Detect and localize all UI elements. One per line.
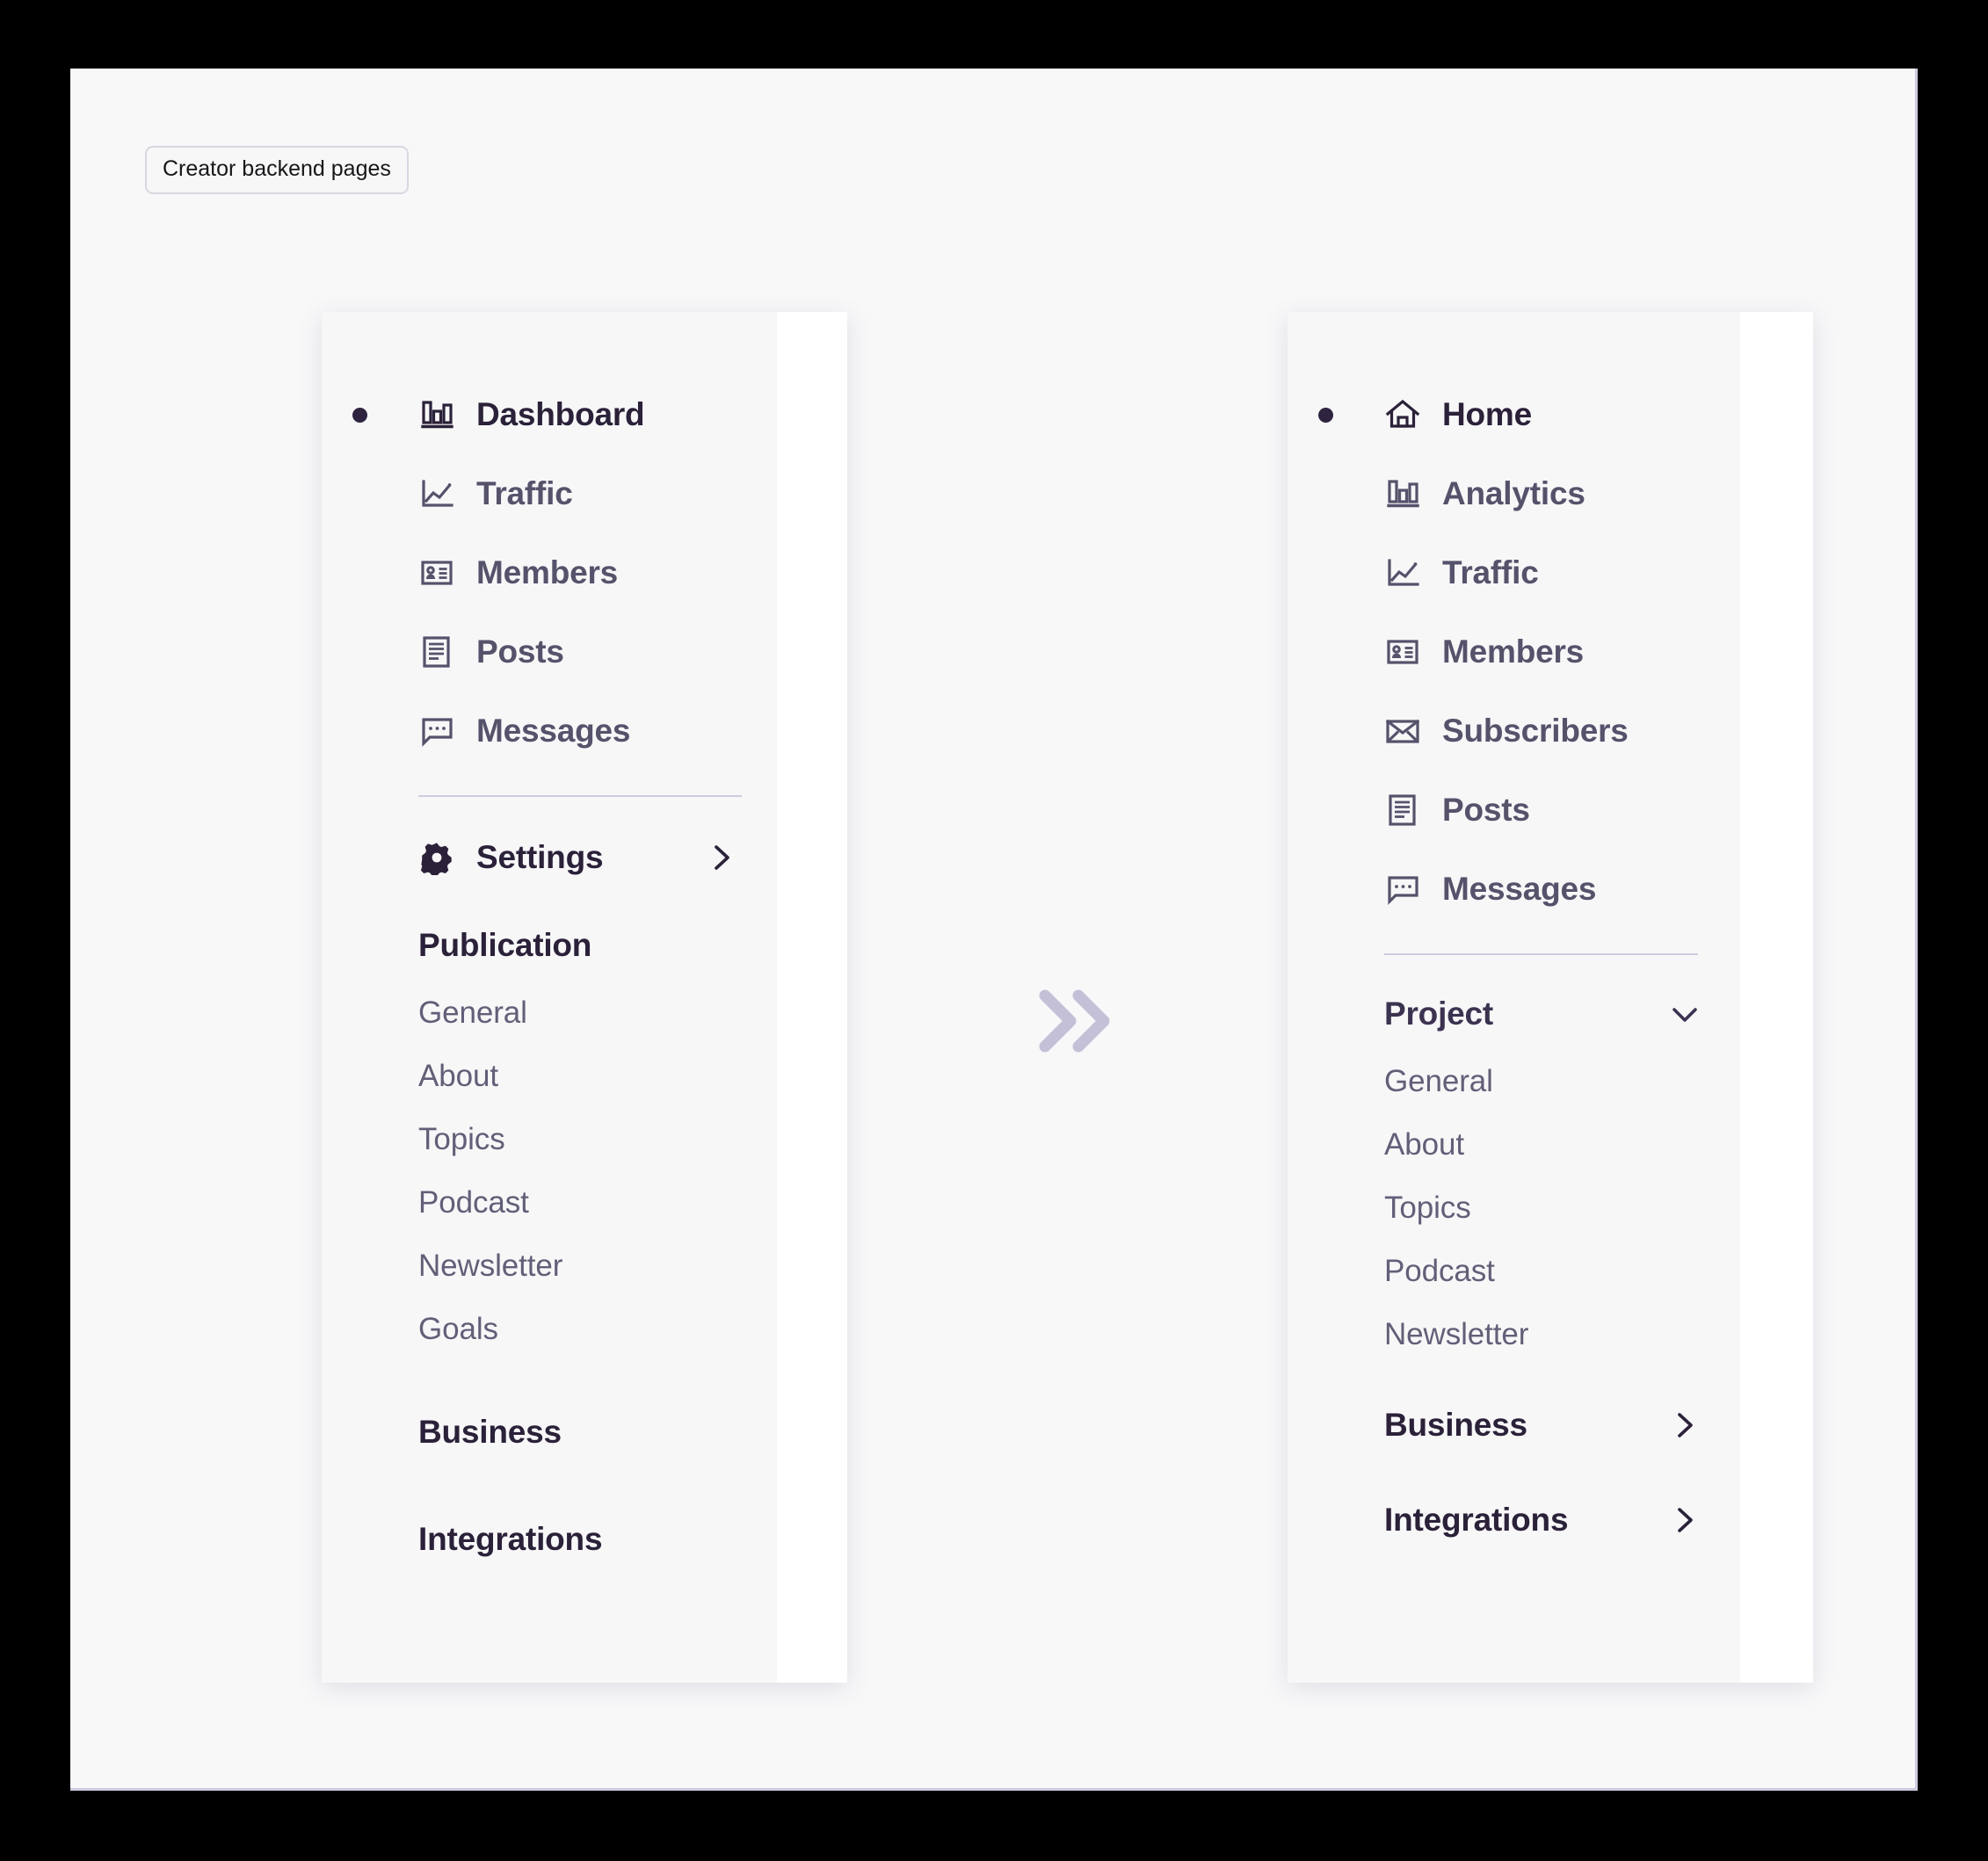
sub-nav-item-newsletter[interactable]: Newsletter	[322, 1235, 777, 1298]
sub-nav-item-topics[interactable]: Topics	[1288, 1177, 1740, 1240]
section-header-integrations[interactable]: Integrations	[322, 1503, 777, 1575]
section-header-label: Integrations	[418, 1521, 603, 1557]
sub-nav-item-label: About	[1384, 1127, 1464, 1162]
sub-nav-item-newsletter[interactable]: Newsletter	[1288, 1303, 1740, 1366]
content-surface-right	[1740, 312, 1813, 1683]
id-card-icon	[1384, 634, 1421, 670]
nav-item-home[interactable]: Home	[1288, 375, 1740, 454]
nav-divider-left	[418, 795, 742, 797]
sub-nav-item-label: Goals	[418, 1312, 498, 1346]
chat-bubble-icon	[418, 713, 455, 749]
section-header-publication[interactable]: Publication	[322, 909, 777, 981]
double-chevron-right-icon	[1023, 968, 1128, 1074]
nav-item-label: Messages	[476, 713, 631, 749]
chat-bubble-icon	[1384, 871, 1421, 908]
nav-item-analytics[interactable]: Analytics	[1288, 454, 1740, 533]
nav-item-label: Subscribers	[1442, 713, 1629, 749]
nav-item-members[interactable]: Members	[322, 533, 777, 612]
current-navigation-panel: Dashboard Traffic Members Posts Messages Sett…	[322, 312, 847, 1683]
sidebar-surface-right: Home Analytics Traffic Members Subscribers Po…	[1288, 312, 1740, 1683]
nav-item-label: Members	[1442, 634, 1585, 670]
section-header-label: Business	[1384, 1407, 1527, 1443]
nav-item-label: Posts	[476, 634, 564, 670]
section-header-label: Business	[418, 1414, 562, 1450]
chevron-down-icon[interactable]	[1670, 999, 1700, 1029]
gear-icon	[418, 839, 455, 876]
sidebar-nav-left: Dashboard Traffic Members Posts Messages Sett…	[322, 312, 777, 1575]
document-icon	[1384, 792, 1421, 829]
section-header-integrations[interactable]: Integrations	[1288, 1484, 1740, 1556]
nav-item-label: Members	[476, 554, 619, 590]
envelope-icon	[1384, 713, 1421, 749]
sub-nav-item-goals[interactable]: Goals	[322, 1298, 777, 1361]
nav-item-dashboard[interactable]: Dashboard	[322, 375, 777, 454]
sub-nav-item-general[interactable]: General	[1288, 1050, 1740, 1113]
bar-chart-icon	[418, 396, 455, 433]
nav-item-label: Traffic	[476, 475, 573, 511]
section-header-business[interactable]: Business	[322, 1396, 777, 1468]
nav-item-posts[interactable]: Posts	[322, 612, 777, 692]
content-surface-left	[777, 312, 847, 1683]
sub-nav-item-general[interactable]: General	[322, 981, 777, 1045]
nav-divider-right	[1384, 953, 1698, 955]
chevron-right-icon[interactable]	[707, 843, 736, 873]
sub-nav-item-label: Podcast	[418, 1185, 529, 1220]
section-header-business[interactable]: Business	[1288, 1389, 1740, 1461]
line-chart-icon	[1384, 554, 1421, 591]
settings-row[interactable]: Settings	[322, 822, 777, 894]
nav-item-subscribers[interactable]: Subscribers	[1288, 692, 1740, 771]
sub-nav-item-label: About	[418, 1059, 498, 1093]
nav-item-label: Traffic	[1442, 554, 1539, 590]
section-header-label: Publication	[418, 927, 592, 963]
nav-item-messages[interactable]: Messages	[322, 692, 777, 771]
sub-nav-item-label: Newsletter	[1384, 1317, 1529, 1351]
line-chart-icon	[418, 475, 455, 512]
nav-item-traffic[interactable]: Traffic	[1288, 533, 1740, 612]
proposed-navigation-panel: Home Analytics Traffic Members Subscribers Po…	[1288, 312, 1813, 1683]
sub-nav-item-label: Podcast	[1384, 1254, 1495, 1288]
chevron-right-icon[interactable]	[1670, 1505, 1700, 1535]
nav-item-members[interactable]: Members	[1288, 612, 1740, 692]
settings-label: Settings	[476, 839, 604, 875]
nav-item-messages[interactable]: Messages	[1288, 850, 1740, 929]
id-card-icon	[418, 554, 455, 591]
active-indicator-bullet	[1318, 407, 1333, 423]
section-header-label: Project	[1384, 996, 1494, 1032]
nav-item-label: Dashboard	[476, 396, 645, 432]
canvas-frame: Creator backend pages Dashboard Traffic Me…	[70, 69, 1918, 1791]
nav-item-label: Messages	[1442, 871, 1597, 907]
sidebar-nav-right: Home Analytics Traffic Members Subscribers Po…	[1288, 312, 1740, 1556]
sub-nav-item-about[interactable]: About	[322, 1045, 777, 1108]
document-icon	[418, 634, 455, 670]
sub-nav-item-label: Topics	[1384, 1191, 1471, 1225]
sub-nav-item-label: General	[418, 996, 527, 1030]
sidebar-surface-left: Dashboard Traffic Members Posts Messages Sett…	[322, 312, 777, 1683]
sub-nav-item-label: Newsletter	[418, 1249, 563, 1283]
active-indicator-bullet	[352, 407, 367, 423]
home-icon	[1384, 396, 1421, 433]
canvas-label: Creator backend pages	[145, 146, 409, 194]
sub-nav-item-about[interactable]: About	[1288, 1113, 1740, 1177]
sub-nav-item-podcast[interactable]: Podcast	[322, 1171, 777, 1235]
sub-nav-item-label: Topics	[418, 1122, 505, 1156]
bar-chart-icon	[1384, 475, 1421, 512]
chevron-right-icon[interactable]	[1670, 1410, 1700, 1440]
section-header-label: Integrations	[1384, 1502, 1569, 1538]
nav-item-label: Posts	[1442, 792, 1530, 828]
nav-item-traffic[interactable]: Traffic	[322, 454, 777, 533]
nav-item-label: Analytics	[1442, 475, 1585, 511]
section-header-project[interactable]: Project	[1288, 978, 1740, 1050]
nav-item-posts[interactable]: Posts	[1288, 771, 1740, 850]
sub-nav-item-podcast[interactable]: Podcast	[1288, 1240, 1740, 1303]
sub-nav-item-topics[interactable]: Topics	[322, 1108, 777, 1171]
nav-item-label: Home	[1442, 396, 1532, 432]
sub-nav-item-label: General	[1384, 1064, 1493, 1098]
